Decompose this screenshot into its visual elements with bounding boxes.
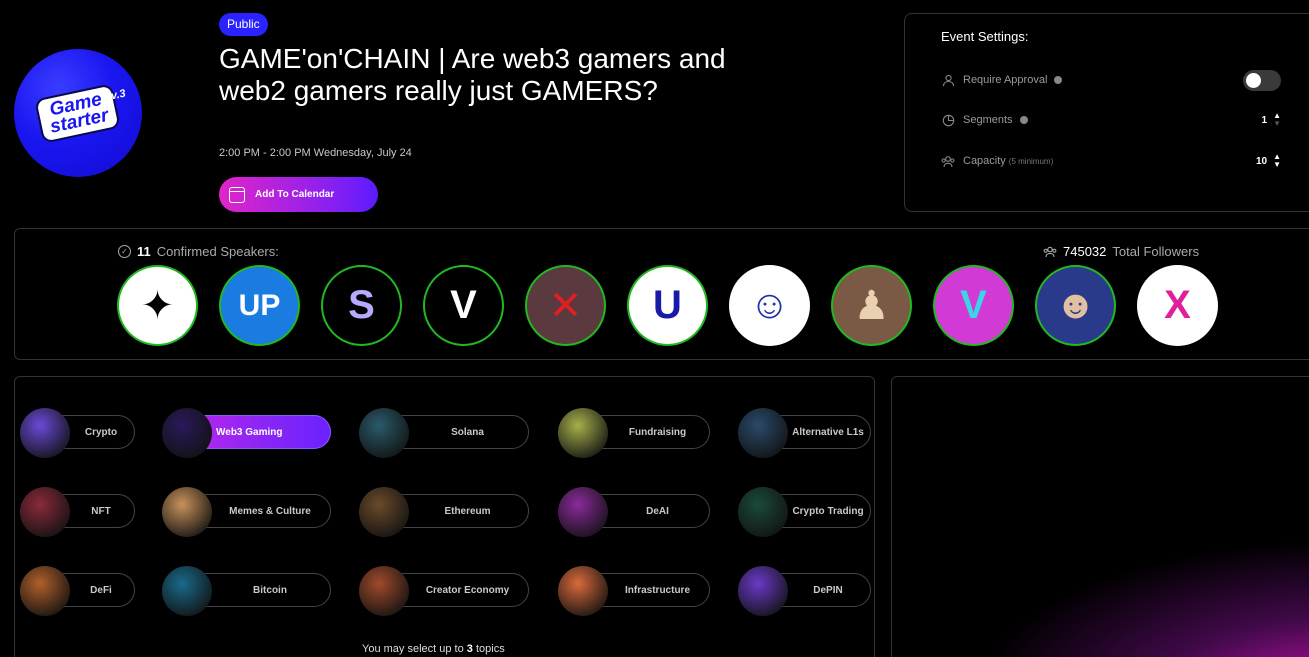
topic-thumbnail (558, 408, 608, 458)
topic-chip[interactable]: DeFi (20, 566, 135, 616)
topic-thumbnail (738, 487, 788, 537)
speaker-avatar[interactable]: UP (219, 265, 300, 346)
side-panel (891, 376, 1309, 657)
topic-chip[interactable]: Crypto Trading (738, 487, 871, 537)
topic-thumbnail (738, 566, 788, 616)
logo-badge: Game starter (34, 82, 122, 144)
topic-thumbnail (162, 566, 212, 616)
speakers-label: Confirmed Speakers: (156, 244, 279, 259)
topic-chip[interactable]: Ethereum (359, 487, 529, 537)
followers-label: Total Followers (1112, 244, 1200, 259)
topic-chip[interactable]: Creator Economy (359, 566, 529, 616)
speaker-avatar[interactable]: U (627, 265, 708, 346)
speaker-avatar[interactable]: ☺ (729, 265, 810, 346)
speakers-count: 11 (137, 244, 151, 259)
topic-chip[interactable]: DePIN (738, 566, 871, 616)
topic-thumbnail (558, 566, 608, 616)
user-icon (941, 73, 955, 87)
capacity-value: 10 (1255, 155, 1268, 167)
decrement-icon[interactable]: ▼ (1273, 161, 1281, 169)
topic-thumbnail (359, 566, 409, 616)
pie-chart-icon (941, 113, 955, 127)
topic-chip[interactable]: NFT (20, 487, 135, 537)
require-approval-toggle[interactable] (1243, 69, 1281, 91)
topic-thumbnail (162, 487, 212, 537)
add-to-calendar-label: Add To Calendar (255, 189, 335, 200)
segments-label: Segments (963, 114, 1013, 126)
calendar-icon (229, 186, 245, 203)
topic-chip[interactable]: Crypto (20, 408, 135, 458)
add-to-calendar-button[interactable]: Add To Calendar (219, 177, 378, 212)
total-followers: 745032 Total Followers (1043, 244, 1199, 259)
topic-thumbnail (738, 408, 788, 458)
topics-max-count: 3 (466, 643, 473, 655)
capacity-row: Capacity (5 minimum) 10 ▲ ▼ (941, 149, 1281, 173)
speaker-avatar[interactable]: ✕ (525, 265, 606, 346)
event-settings-panel: Event Settings: Require Approval Segment… (904, 13, 1309, 212)
topic-thumbnail (558, 487, 608, 537)
group-icon (941, 154, 955, 168)
decrement-icon[interactable]: ▼ (1273, 120, 1281, 128)
confirmed-speakers-header: ✓ 11 Confirmed Speakers: (118, 244, 279, 259)
speaker-avatar[interactable]: V (933, 265, 1014, 346)
logo-version: v.3 (110, 87, 128, 103)
topic-thumbnail (162, 408, 212, 458)
capacity-label: Capacity (963, 155, 1006, 167)
visibility-badge: Public (219, 13, 268, 36)
speaker-avatar[interactable]: ♟ (831, 265, 912, 346)
users-icon (1043, 246, 1057, 258)
topic-thumbnail (20, 566, 70, 616)
topic-thumbnail (20, 487, 70, 537)
topic-chip[interactable]: Memes & Culture (162, 487, 331, 537)
topics-footer: You may select up to 3 topics (362, 643, 505, 655)
topic-chip[interactable]: Alternative L1s (738, 408, 871, 458)
speakers-panel: ✓ 11 Confirmed Speakers: 745032 Total Fo… (14, 228, 1309, 360)
topic-chip[interactable]: Web3 Gaming (162, 408, 331, 458)
capacity-hint: (5 minimum) (1008, 156, 1054, 166)
topic-chip[interactable]: Infrastructure (558, 566, 710, 616)
topic-chip[interactable]: Bitcoin (162, 566, 331, 616)
event-time: 2:00 PM - 2:00 PM Wednesday, July 24 (219, 147, 412, 159)
capacity-stepper[interactable]: 10 ▲ ▼ (1256, 153, 1281, 169)
topic-chip[interactable]: DeAI (558, 487, 710, 537)
segments-value: 1 (1261, 114, 1268, 126)
speaker-avatar[interactable]: V (423, 265, 504, 346)
info-icon[interactable] (1019, 116, 1028, 124)
segments-stepper[interactable]: 1 ▲ ▼ (1262, 112, 1281, 128)
speaker-avatar[interactable]: S (321, 265, 402, 346)
gamestarter-logo: Game starter v.3 (14, 49, 142, 177)
topic-chip[interactable]: Solana (359, 408, 529, 458)
speaker-avatar[interactable]: X (1137, 265, 1218, 346)
speaker-avatars: ✦ UP S V ✕ U ☺ ♟ V ☻ X (117, 265, 1218, 346)
topics-panel: You may select up to 3 topics Crypto Web3… (14, 376, 875, 657)
speaker-avatar[interactable]: ✦ (117, 265, 198, 346)
require-approval-label: Require Approval (963, 74, 1048, 86)
check-circle-icon: ✓ (118, 245, 131, 258)
info-icon[interactable] (1054, 76, 1063, 84)
settings-title: Event Settings: (941, 29, 1029, 44)
event-title: GAME'on'CHAIN | Are web3 gamers and web2… (219, 43, 726, 106)
speaker-avatar[interactable]: ☻ (1035, 265, 1116, 346)
topic-thumbnail (20, 408, 70, 458)
topic-chip[interactable]: Fundraising (558, 408, 710, 458)
topic-thumbnail (359, 487, 409, 537)
segments-row: Segments 1 ▲ ▼ (941, 108, 1281, 132)
followers-count: 745032 (1063, 244, 1107, 259)
require-approval-row: Require Approval (941, 68, 1281, 92)
topic-thumbnail (359, 408, 409, 458)
